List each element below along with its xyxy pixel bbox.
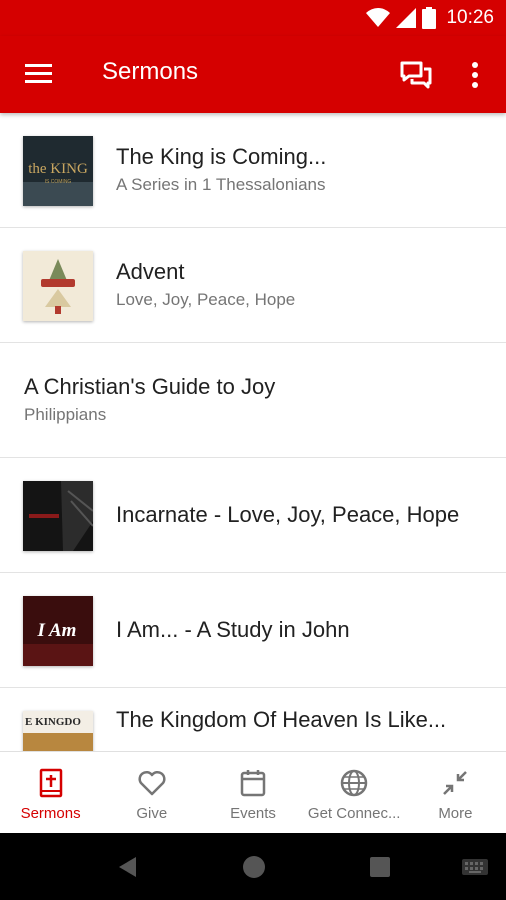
sermon-title: A Christian's Guide to Joy [24, 374, 276, 399]
calendar-icon [240, 770, 266, 797]
sermon-row[interactable]: I Am I Am... - A Study in John [0, 573, 506, 688]
globe-icon [340, 769, 368, 797]
menu-icon[interactable] [24, 61, 54, 87]
status-bar: 10:26 [0, 0, 506, 36]
sermon-thumbnail: the KING IS COMING [23, 136, 93, 206]
nav-item-sermons[interactable]: Sermons [0, 752, 101, 833]
wifi-icon [366, 8, 390, 27]
thumbnail-text: I Am [37, 620, 77, 641]
keyboard-icon[interactable] [462, 859, 488, 875]
bottom-navigation: Sermons Give Events Get Connec... More [0, 751, 506, 833]
sermon-thumbnail: I Am [23, 596, 93, 666]
sermon-row[interactable]: Advent Love, Joy, Peace, Hope [0, 228, 506, 343]
sermon-thumbnail: E KINGDO [23, 711, 93, 751]
nav-label-give: Give [136, 805, 168, 822]
thumbnail-subtext: IS COMING [45, 179, 72, 185]
sermon-row[interactable]: Incarnate - Love, Joy, Peace, Hope [0, 458, 506, 573]
heart-icon [138, 770, 166, 796]
more-options-icon[interactable] [464, 60, 486, 90]
collapse-icon [443, 771, 468, 795]
sermon-row[interactable]: the KING IS COMING The King is Coming...… [0, 113, 506, 228]
bible-icon [39, 768, 62, 798]
recents-icon[interactable] [369, 856, 391, 878]
signal-icon [396, 8, 416, 28]
sermon-title: Incarnate - Love, Joy, Peace, Hope [116, 502, 460, 527]
sermon-thumbnail [23, 481, 93, 551]
thumbnail-text: the KING [28, 161, 88, 177]
nav-label-get-connected: Get Connec... [307, 805, 401, 822]
home-icon[interactable] [242, 855, 266, 879]
nav-item-get-connected[interactable]: Get Connec... [304, 752, 405, 833]
chat-icon[interactable] [399, 60, 433, 90]
nav-item-give[interactable]: Give [101, 752, 202, 833]
sermon-subtitle: Love, Joy, Peace, Hope [116, 290, 296, 309]
nav-label-more: More [438, 805, 473, 822]
sermon-list: the KING IS COMING The King is Coming...… [0, 113, 506, 751]
page-title: Sermons [102, 58, 199, 85]
sermon-subtitle: A Series in 1 Thessalonians [116, 175, 326, 194]
sermon-title: I Am... - A Study in John [116, 617, 350, 642]
system-navigation-bar [0, 833, 506, 900]
sermon-row[interactable]: E KINGDO The Kingdom Of Heaven Is Like..… [0, 688, 506, 751]
status-time: 10:26 [446, 7, 494, 28]
nav-item-more[interactable]: More [405, 752, 506, 833]
battery-icon [422, 7, 436, 29]
sermon-title: Advent [116, 259, 185, 284]
nav-label-events: Events [230, 805, 276, 822]
status-icons [366, 6, 436, 30]
sermon-row[interactable]: A Christian's Guide to Joy Philippians [0, 343, 506, 458]
app-bar: Sermons [0, 36, 506, 113]
sermon-thumbnail [23, 251, 93, 321]
thumbnail-text: E KINGDO [25, 716, 81, 728]
back-icon[interactable] [116, 855, 138, 879]
sermon-title: The Kingdom Of Heaven Is Like... [116, 707, 447, 732]
nav-item-events[interactable]: Events [202, 752, 303, 833]
sermon-title: The King is Coming... [116, 144, 327, 169]
nav-label-sermons: Sermons [20, 805, 81, 822]
sermon-subtitle: Philippians [24, 405, 107, 424]
